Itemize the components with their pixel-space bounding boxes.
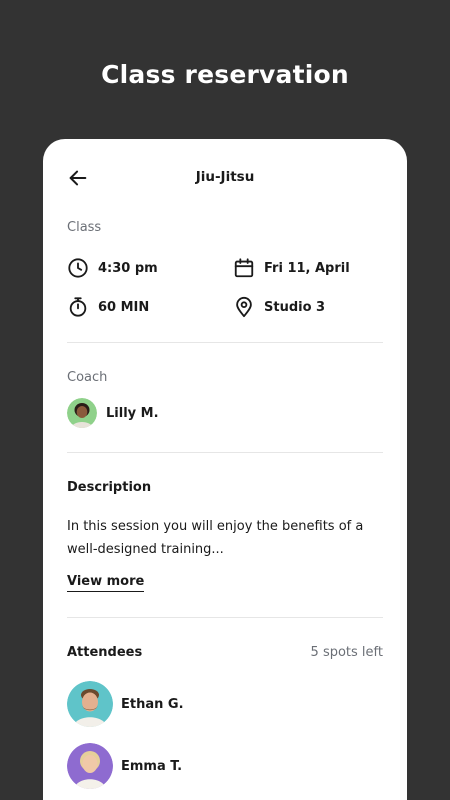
avatar (67, 681, 113, 727)
coach-section-label: Coach (67, 370, 108, 385)
description-text: In this session you will enjoy the benef… (67, 519, 364, 557)
class-date-value: Fri 11, April (264, 260, 350, 276)
class-date: Fri 11, April (233, 257, 350, 279)
class-duration: 60 MIN (67, 296, 149, 318)
avatar (67, 743, 113, 789)
attendee-row[interactable]: Ethan G. (67, 681, 184, 727)
avatar (67, 398, 97, 428)
page-headline: Class reservation (101, 60, 349, 89)
reservation-card: Jiu-Jitsu Class 4:30 pm Fri 11, April 60… (43, 139, 407, 800)
class-time: 4:30 pm (67, 257, 158, 279)
spots-left-label: 5 spots left (310, 645, 383, 660)
divider (67, 342, 383, 343)
class-title: Jiu-Jitsu (195, 169, 255, 185)
attendees-heading: Attendees (67, 645, 143, 660)
class-section-label: Class (67, 220, 102, 235)
class-duration-value: 60 MIN (98, 299, 150, 315)
coach-row[interactable]: Lilly M. (67, 398, 159, 428)
divider (67, 617, 383, 618)
class-time-value: 4:30 pm (98, 260, 158, 276)
class-location: Studio 3 (233, 296, 325, 318)
calendar-icon (234, 258, 254, 278)
description-heading: Description (67, 480, 152, 495)
view-more-link[interactable]: View more (67, 574, 145, 592)
divider (67, 452, 383, 453)
attendee-row[interactable]: Emma T. (67, 743, 182, 789)
stopwatch-icon (69, 297, 87, 317)
attendee-name: Ethan G. (121, 696, 184, 712)
class-location-value: Studio 3 (264, 299, 326, 315)
location-pin-icon (236, 296, 252, 318)
attendee-name: Emma T. (121, 758, 183, 774)
clock-icon (68, 258, 88, 278)
coach-name: Lilly M. (106, 405, 159, 421)
